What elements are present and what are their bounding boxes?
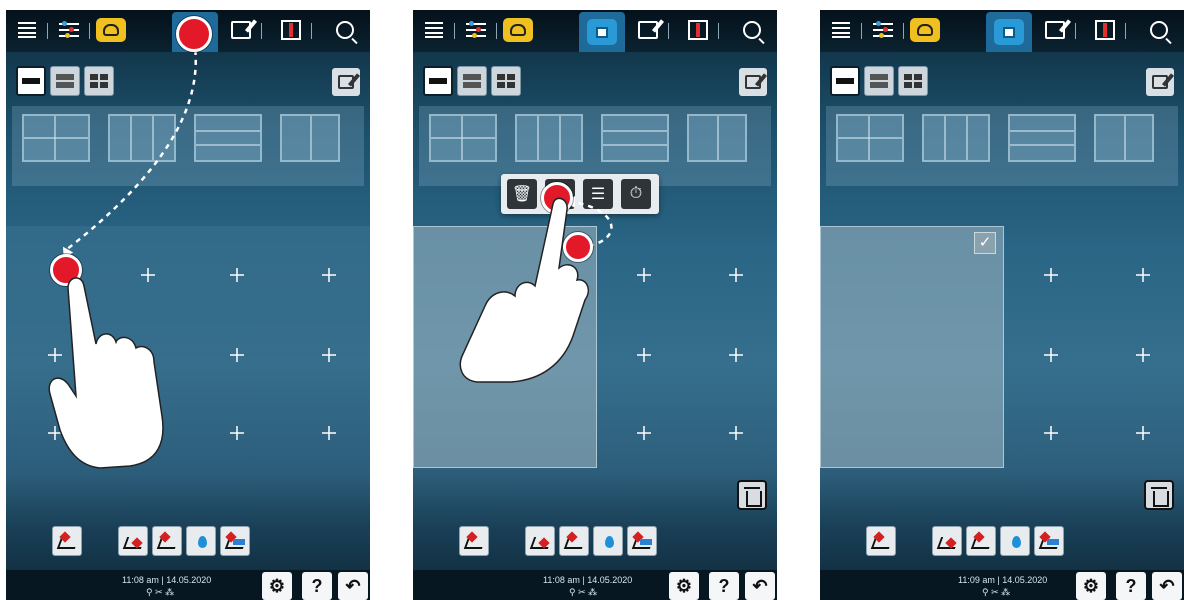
status-icons: ⚲ ✂ ⁂ [982,587,1011,597]
add-slot-plus[interactable] [1044,348,1058,362]
template-3[interactable] [1008,114,1076,162]
layout-two-rows-button[interactable] [864,66,894,96]
chef-hat-icon[interactable] [908,15,942,45]
edit-layout-button[interactable] [1146,68,1174,96]
add-slot-plus[interactable] [1044,268,1058,282]
touch-point-icon [176,16,212,52]
menu-icon[interactable] [824,15,862,45]
layout-single-row-button[interactable] [830,66,860,96]
status-date: 14.05.2020 [1002,575,1048,585]
add-slot-plus[interactable] [1136,426,1150,440]
add-slot-plus[interactable] [1044,426,1058,440]
temperature-icon[interactable] [1088,15,1126,45]
template-1[interactable] [836,114,904,162]
settings-gear-button[interactable]: ⚙ [1076,572,1106,600]
edit-icon[interactable] [1038,15,1076,45]
instruction-sequence: 11:08 am | 14.05.2020 ⚲ ✂ ⁂ ⚙ ? ↶ 🗑 ☰ ⏱ … [0,0,1184,600]
status-separator: | [997,575,1000,585]
template-strip [826,106,1178,186]
bottom-toolbar [866,526,1066,558]
tray-load-icon[interactable] [866,526,896,556]
template-2[interactable] [922,114,990,162]
hand-gesture-icon [459,197,589,383]
search-icon[interactable] [1142,15,1176,45]
trash-button[interactable] [1144,480,1174,510]
layout-four-grid-button[interactable] [898,66,928,96]
tray-unload-icon[interactable] [932,526,962,556]
tray-insert-icon[interactable] [966,526,996,556]
hand-gesture-icon [48,277,164,469]
adjust-icon[interactable] [866,15,904,45]
template-4[interactable] [1094,114,1154,162]
add-slot-plus[interactable] [1136,348,1150,362]
water-drop-icon[interactable] [1000,526,1030,556]
tray-blue-icon[interactable] [1034,526,1064,556]
top-navigation [820,10,1184,52]
add-slot-plus[interactable] [1136,268,1150,282]
tab-planning[interactable] [986,12,1032,52]
screen-step-3: ✓ 11:09 am | 14.05.2020 ⚲ ✂ ⁂ ⚙ ? ↶ [820,10,1184,600]
status-bar: 11:09 am | 14.05.2020 ⚲ ✂ ⁂ ⚙ ? ↶ [820,570,1184,600]
help-button[interactable]: ? [1116,572,1146,600]
back-button[interactable]: ↶ [1152,572,1182,600]
status-time: 11:09 am [958,575,995,585]
screen-step-2: 🗑 ⇄ ☰ ⏱ 11:08 am | 14.05.2020 ⚲ ✂ ⁂ ⚙ ? … [413,10,777,600]
layout-selector [830,66,928,98]
slot-grid [820,226,1184,484]
screen-step-1: 11:08 am | 14.05.2020 ⚲ ✂ ⁂ ⚙ ? ↶ [6,10,370,600]
